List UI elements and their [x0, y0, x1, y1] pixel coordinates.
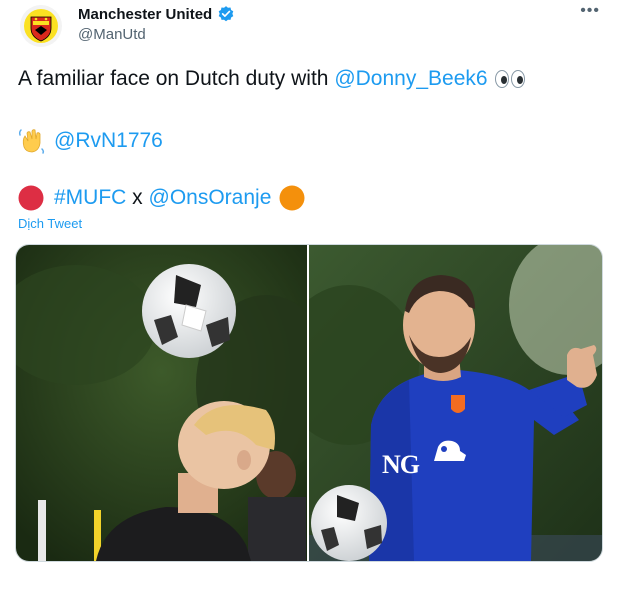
tweet-text: A familiar face on Dutch duty with	[18, 67, 335, 90]
verified-badge-icon	[218, 6, 234, 22]
waving-hand-icon	[18, 129, 45, 154]
author-handle[interactable]: @ManUtd	[78, 26, 146, 43]
mention-donny-beek[interactable]: @Donny_Beek6	[334, 67, 487, 91]
mention-onsoranje[interactable]: @OnsOranje	[149, 186, 272, 210]
photo-robin-van-persie[interactable]: NG	[309, 245, 602, 561]
author-name[interactable]: Manchester United	[78, 6, 212, 23]
shirt-sponsor-text: NG	[382, 450, 420, 479]
translate-tweet-link[interactable]: Dịch Tweet	[18, 216, 82, 231]
red-circle-icon	[18, 185, 44, 211]
tweet-text-line-1: A familiar face on Dutch duty with @Donn…	[18, 67, 526, 91]
manchester-united-crest-icon	[24, 9, 58, 43]
orange-circle-icon	[279, 185, 305, 211]
more-options-icon[interactable]: •••	[580, 2, 600, 20]
hashtag-mufc[interactable]: #MUFC	[54, 186, 126, 210]
author-name-row: Manchester United	[78, 5, 235, 23]
avatar[interactable]	[20, 5, 62, 47]
photo-donny-van-de-beek[interactable]	[16, 245, 307, 561]
eyes-icon	[494, 70, 525, 88]
mention-rvn[interactable]: @RvN1776	[54, 129, 163, 153]
tweet-media[interactable]: NG	[15, 244, 603, 562]
connector-text: x	[126, 186, 149, 209]
tweet-text-line-2: @RvN1776	[18, 127, 163, 155]
tweet-text-line-3: #MUFC x @OnsOranje	[18, 185, 305, 211]
lion-logo-icon	[434, 440, 466, 461]
